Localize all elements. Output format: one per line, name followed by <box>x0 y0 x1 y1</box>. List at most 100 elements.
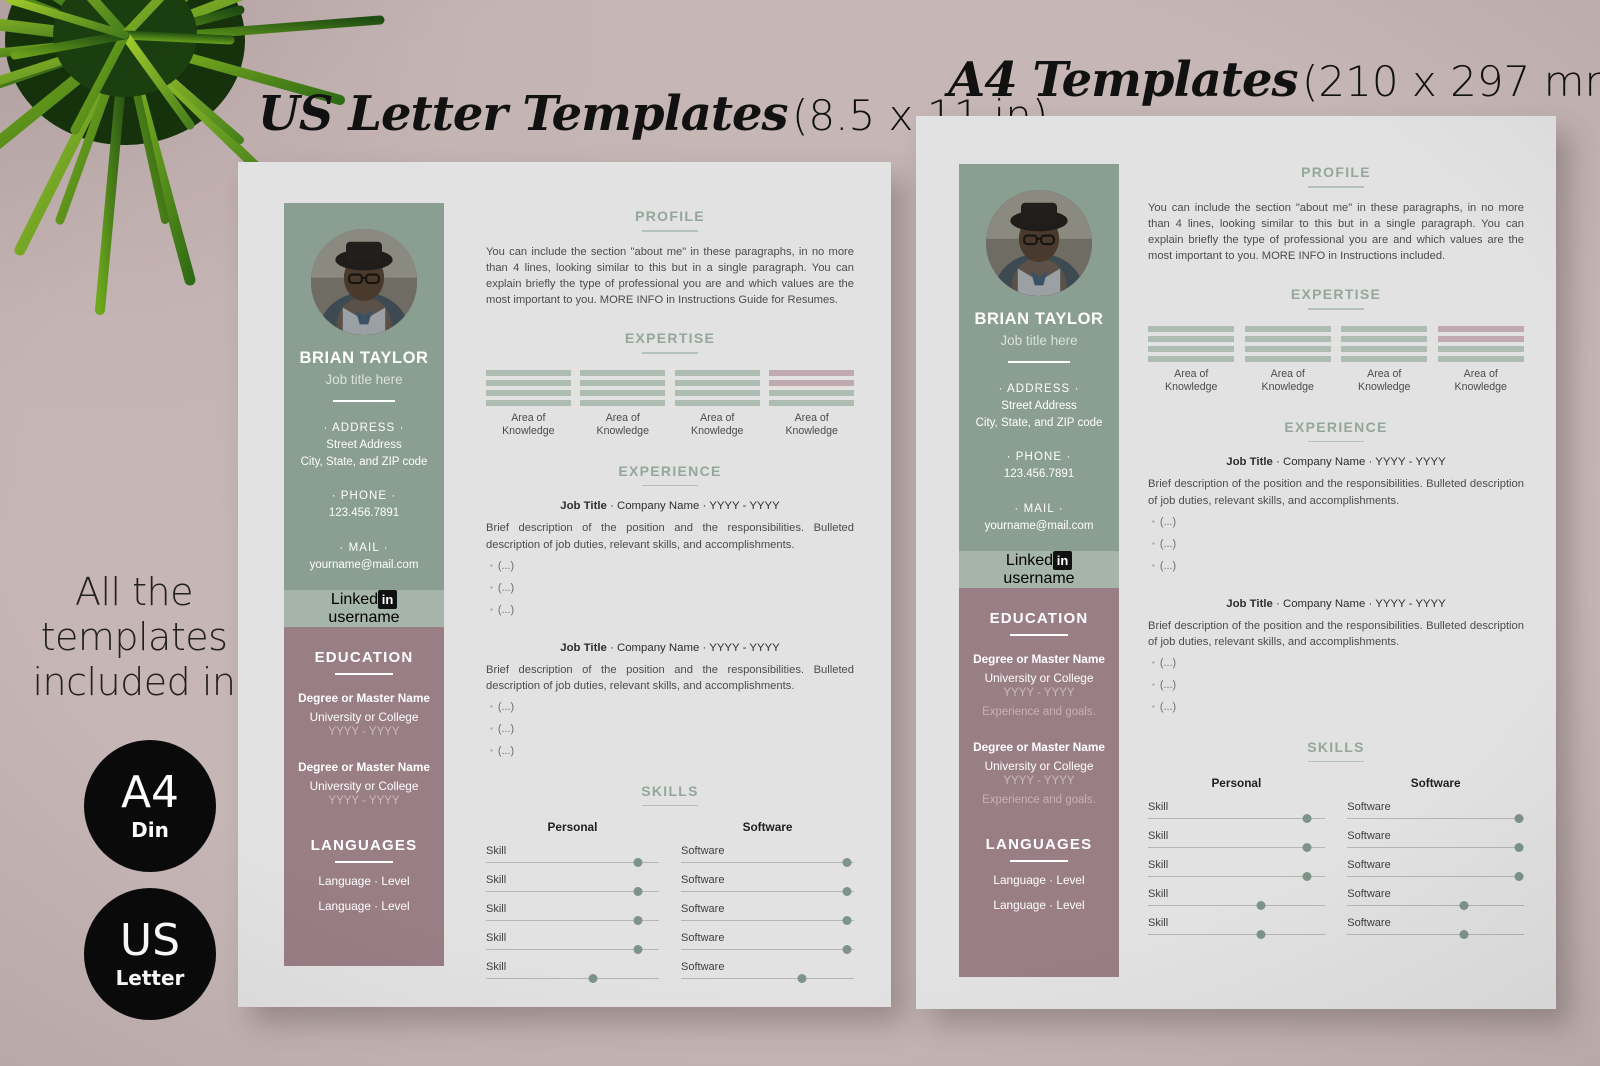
a4-languages-divider[interactable] <box>1010 859 1068 862</box>
us-experience-heading[interactable]: EXPERIENCE <box>486 463 854 479</box>
a4-education-item-1[interactable]: Degree or Master Name University or Colle… <box>959 740 1119 806</box>
a4-expertise-caption-3[interactable]: Area of Knowledge <box>1438 368 1524 395</box>
a4-skill-label-software-1[interactable]: Software <box>1347 830 1524 842</box>
us-job-title-0[interactable]: Job Title <box>560 500 607 512</box>
a4-skill-dot-personal-1[interactable] <box>1302 843 1312 853</box>
a4-mauve-pad-2[interactable] <box>959 806 1119 836</box>
us-job-head-0[interactable]: Job Title · Company Name · YYYY - YYYY <box>486 500 854 512</box>
us-expertise-bar-2-3[interactable] <box>674 399 760 406</box>
us-expertise-caption-3[interactable]: Area of Knowledge <box>769 412 854 439</box>
a4-skill-row-personal-4[interactable]: Skill <box>1148 917 1325 940</box>
a4-skill-row-software-0[interactable]: Software <box>1347 801 1524 824</box>
us-profile-text[interactable]: You can include the section "about me" i… <box>486 244 854 309</box>
us-expertise-caption-0[interactable]: Area of Knowledge <box>486 412 571 439</box>
a4-profile-heading[interactable]: PROFILE <box>1148 164 1524 180</box>
a4-skill-row-personal-0[interactable]: Skill <box>1148 801 1325 824</box>
a4-skill-dot-personal-4[interactable] <box>1256 930 1266 940</box>
a4-profile-divider[interactable] <box>1308 186 1364 188</box>
us-contact-label-1[interactable]: · PHONE · <box>284 490 444 502</box>
us-expertise-bar-2-2[interactable] <box>674 389 760 396</box>
a4-education-item-0[interactable]: Degree or Master Name University or Colle… <box>959 652 1119 718</box>
a4-skill-dot-software-1[interactable] <box>1514 843 1524 853</box>
a4-education-note-1[interactable]: Experience and goals. <box>959 794 1119 806</box>
a4-expertise-bar-0-3[interactable] <box>1148 355 1235 362</box>
a4-job-bullet-1-1[interactable]: (...) <box>1148 679 1524 691</box>
a4-expertise-col-3[interactable]: Area of Knowledge <box>1437 325 1524 395</box>
us-expertise-bar-0-1[interactable] <box>486 379 571 386</box>
us-skill-label-software-2[interactable]: Software <box>681 903 854 915</box>
a4-education-degree-1[interactable]: Degree or Master Name <box>959 740 1119 754</box>
us-sidebar-green[interactable]: BRIAN TAYLOR Job title here · ADDRESS · Str… <box>284 203 444 590</box>
a4-skill-row-software-1[interactable]: Software <box>1347 830 1524 853</box>
a4-contact-block-1[interactable]: · PHONE · 123.456.7891 <box>959 451 1119 483</box>
us-expertise-col-3[interactable]: Area of Knowledge <box>769 369 854 439</box>
a4-contact-value-0-1[interactable]: City, State, and ZIP code <box>959 415 1119 432</box>
a4-skill-line-software-2[interactable] <box>1347 872 1524 882</box>
us-job-bullets-0[interactable]: (...) (...) (...) <box>486 560 854 616</box>
us-expertise-bar-1-1[interactable] <box>580 379 666 386</box>
us-skill-label-personal-3[interactable]: Skill <box>486 932 659 944</box>
a4-expertise-bar-2-3[interactable] <box>1341 355 1428 362</box>
us-expertise-col-0[interactable]: Area of Knowledge <box>486 369 571 439</box>
a4-green-spacer[interactable] <box>959 535 1119 551</box>
a4-job-head-1[interactable]: Job Title · Company Name · YYYY - YYYY <box>1148 598 1524 610</box>
us-education-school-0[interactable]: University or College <box>284 710 444 724</box>
a4-experience-heading[interactable]: EXPERIENCE <box>1148 419 1524 435</box>
us-name-divider[interactable] <box>333 400 395 402</box>
us-skill-row-software-4[interactable]: Software <box>681 961 854 984</box>
a4-job-bullets-0[interactable]: (...) (...) (...) <box>1148 516 1524 572</box>
a4-skill-row-software-4[interactable]: Software <box>1347 917 1524 940</box>
a4-education-school-1[interactable]: University or College <box>959 759 1119 773</box>
a4-job-title-1[interactable]: Job Title <box>1226 598 1273 610</box>
a4-skill-label-software-4[interactable]: Software <box>1347 917 1524 929</box>
a4-job-bullet-0-2[interactable]: (...) <box>1148 560 1524 572</box>
us-contact-label-0[interactable]: · ADDRESS · <box>284 422 444 434</box>
a4-expertise-col-2[interactable]: Area of Knowledge <box>1341 325 1428 395</box>
us-contact-value-0-0[interactable]: Street Address <box>284 437 444 454</box>
a4-job-bullet-0-1[interactable]: (...) <box>1148 538 1524 550</box>
us-expertise-bar-3-0[interactable] <box>769 369 854 376</box>
us-education-divider[interactable] <box>335 672 393 675</box>
a4-expertise-bar-3-2[interactable] <box>1437 345 1524 352</box>
us-job-title-1[interactable]: Job Title <box>560 642 607 654</box>
us-skill-row-software-0[interactable]: Software <box>681 845 854 868</box>
us-job-bullet-0-0[interactable]: (...) <box>486 560 854 572</box>
a4-profile-text[interactable]: You can include the section "about me" i… <box>1148 200 1524 265</box>
a4-skill-dot-personal-0[interactable] <box>1302 814 1312 824</box>
us-skills-divider[interactable] <box>642 804 698 807</box>
a4-contact-label-0[interactable]: · ADDRESS · <box>959 383 1119 395</box>
us-education-school-1[interactable]: University or College <box>284 779 444 793</box>
us-education-item-0[interactable]: Degree or Master Name University or Colle… <box>284 691 444 738</box>
a4-expertise-grid[interactable]: Area of Knowledge Area of Knowledge Area of K… <box>1148 325 1524 395</box>
a4-linkedin-word[interactable]: Linked <box>1006 552 1053 569</box>
us-expertise-caption-2[interactable]: Area of Knowledge <box>675 412 760 439</box>
a4-skill-line-personal-4[interactable] <box>1148 930 1325 940</box>
us-expertise-divider[interactable] <box>642 352 698 354</box>
us-contact-value-1-0[interactable]: 123.456.7891 <box>284 505 444 522</box>
us-job-head-1[interactable]: Job Title · Company Name · YYYY - YYYY <box>486 642 854 654</box>
us-profile-heading[interactable]: PROFILE <box>486 208 854 224</box>
us-education-heading[interactable]: EDUCATION <box>284 649 444 666</box>
us-contact-block-0[interactable]: · ADDRESS · Street Address City, State, an… <box>284 422 444 470</box>
a4-experience-divider[interactable] <box>1308 440 1364 443</box>
a4-contact-value-0-0[interactable]: Street Address <box>959 398 1119 415</box>
us-skill-label-software-0[interactable]: Software <box>681 845 854 857</box>
a4-job-bullet-0-0[interactable]: (...) <box>1148 516 1524 528</box>
us-skill-row-personal-4[interactable]: Skill <box>486 961 659 984</box>
us-languages-heading[interactable]: LANGUAGES <box>284 837 444 854</box>
us-skill-line-software-1[interactable] <box>681 887 854 897</box>
a4-job-title-0[interactable]: Job Title <box>1226 456 1273 468</box>
us-skill-row-personal-2[interactable]: Skill <box>486 903 659 926</box>
a4-contact-value-1-0[interactable]: 123.456.7891 <box>959 466 1119 483</box>
us-experience-divider[interactable] <box>642 484 698 487</box>
us-skill-label-personal-2[interactable]: Skill <box>486 903 659 915</box>
a4-job-bullet-1-2[interactable]: (...) <box>1148 701 1524 713</box>
us-skill-dot-personal-0[interactable] <box>633 858 643 868</box>
a4-expertise-divider[interactable] <box>1308 308 1364 310</box>
us-job-bullet-1-1[interactable]: (...) <box>486 723 854 735</box>
a4-linkedin-block[interactable]: Linked in username <box>959 550 1119 588</box>
a4-skill-row-software-3[interactable]: Software <box>1347 888 1524 911</box>
us-expertise-caption-1[interactable]: Area of Knowledge <box>580 412 665 439</box>
us-skill-line-personal-1[interactable] <box>486 887 659 897</box>
a4-skill-line-personal-2[interactable] <box>1148 872 1325 882</box>
